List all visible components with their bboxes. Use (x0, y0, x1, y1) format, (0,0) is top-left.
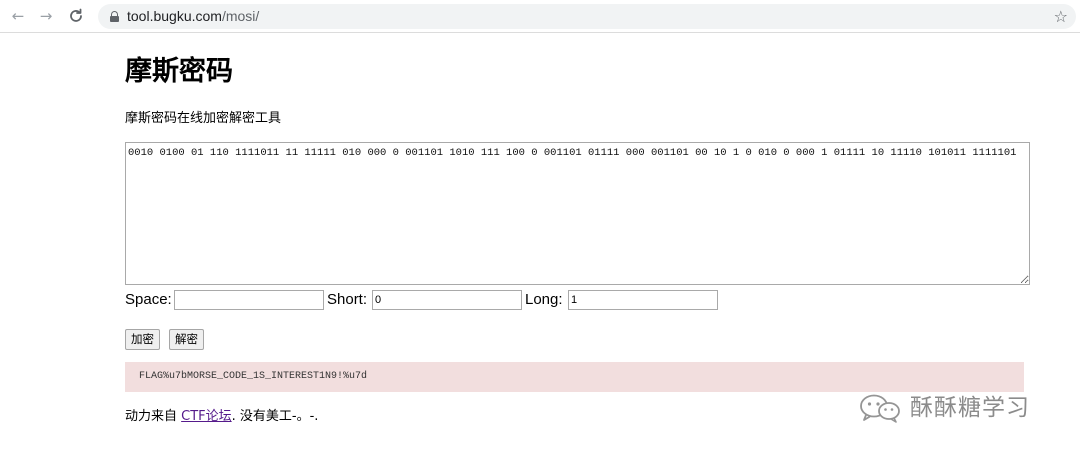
result-box: FLAG%u7bMORSE_CODE_1S_INTEREST1N9!%u7d (125, 362, 1024, 392)
params-row: Space: Short: Long: (125, 290, 825, 312)
short-label: Short: (327, 291, 368, 308)
footer-suffix: . 没有美工-。-. (231, 409, 319, 424)
decrypt-button[interactable]: 解密 (169, 329, 204, 350)
url-path: /mosi/ (221, 8, 260, 24)
short-input[interactable] (372, 290, 522, 310)
page-subtitle: 摩斯密码在线加密解密工具 (125, 111, 282, 126)
footer: 动力来自 CTF论坛. 没有美工-。-. (125, 407, 318, 427)
ctf-forum-link[interactable]: CTF论坛 (181, 409, 232, 424)
back-arrow-icon[interactable]: ← (8, 6, 28, 26)
address-bar[interactable]: tool.bugku.com/mosi/ ☆ (98, 4, 1076, 29)
wechat-icon (860, 394, 900, 423)
watermark: 酥酥糖学习 (858, 390, 1030, 426)
page-title: 摩斯密码 (125, 56, 233, 87)
result-text: FLAG%u7bMORSE_CODE_1S_INTEREST1N9!%u7d (139, 371, 368, 382)
browser-toolbar: ← → tool.bugku.com/mosi/ ☆ (0, 0, 1080, 33)
bookmark-star-icon[interactable]: ☆ (1054, 7, 1068, 26)
space-input[interactable] (174, 290, 324, 310)
url-host: tool.bugku.com (127, 8, 222, 24)
lock-icon[interactable] (110, 11, 119, 22)
morse-input-textarea[interactable]: 0010 0100 01 110 1111011 11 11111 010 00… (125, 142, 1030, 285)
long-label: Long: (525, 291, 563, 308)
encrypt-button[interactable]: 加密 (125, 329, 160, 350)
url-text[interactable]: tool.bugku.com/mosi/ (127, 8, 259, 25)
reload-icon[interactable] (66, 6, 86, 26)
footer-prefix: 动力来自 (125, 409, 182, 424)
long-input[interactable] (568, 290, 718, 310)
forward-arrow-icon[interactable]: → (36, 6, 56, 26)
space-label: Space: (125, 291, 172, 308)
watermark-text: 酥酥糖学习 (910, 395, 1030, 421)
